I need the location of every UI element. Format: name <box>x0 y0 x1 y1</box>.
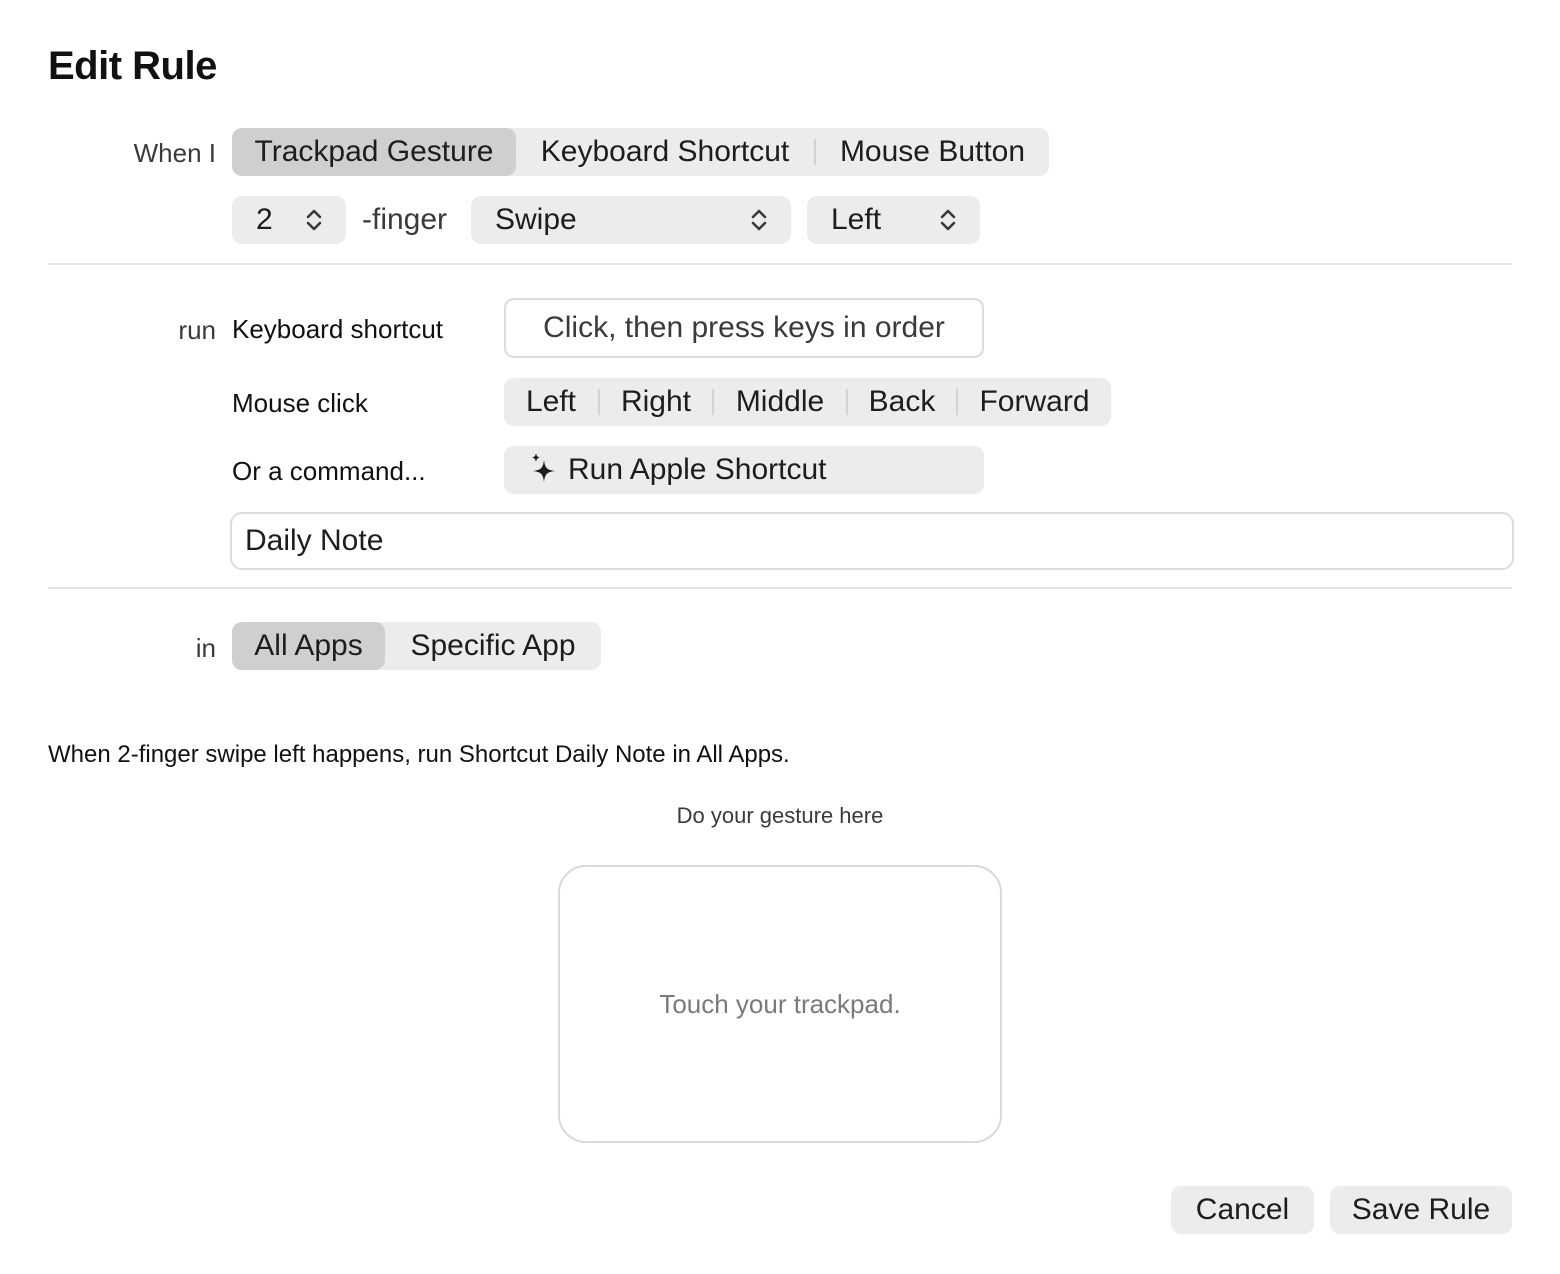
keyboard-shortcut-label: Keyboard shortcut <box>232 314 444 344</box>
run-label: run <box>178 315 216 345</box>
up-down-chevron-icon <box>751 209 767 231</box>
mouse-click-middle[interactable]: Middle <box>714 378 846 426</box>
gesture-direction-popup[interactable]: Left <box>807 196 980 244</box>
up-down-chevron-icon <box>940 209 956 231</box>
trigger-type-segmented: Trackpad Gesture Keyboard Shortcut Mouse… <box>232 128 1049 176</box>
mouse-click-label: Mouse click <box>232 388 368 418</box>
command-label: Or a command... <box>232 456 426 486</box>
trackpad-placeholder: Touch your trackpad. <box>659 988 901 1019</box>
when-label: When I <box>133 138 216 168</box>
trigger-type-mouse-button[interactable]: Mouse Button <box>816 128 1049 176</box>
save-rule-button[interactable]: Save Rule <box>1330 1186 1512 1234</box>
keyboard-shortcut-recorder[interactable]: Click, then press keys in order <box>504 298 984 358</box>
shortcut-name-field[interactable]: Daily Note <box>230 512 1514 570</box>
gesture-trackpad-area[interactable]: Touch your trackpad. <box>558 865 1002 1143</box>
scope-all-apps[interactable]: All Apps <box>232 622 385 670</box>
gesture-type-value: Swipe <box>495 203 577 236</box>
mouse-click-left[interactable]: Left <box>504 378 598 426</box>
sparkles-icon <box>532 453 555 482</box>
gesture-hint: Do your gesture here <box>676 803 884 828</box>
finger-count-popup[interactable]: 2 <box>232 196 346 244</box>
rule-summary: When 2-finger swipe left happens, run Sh… <box>48 741 790 768</box>
trigger-type-keyboard-shortcut[interactable]: Keyboard Shortcut <box>516 128 814 176</box>
mouse-click-segmented: Left Right Middle Back Forward <box>504 378 1111 426</box>
finger-suffix-label: -finger <box>362 203 448 236</box>
section-divider <box>48 263 1512 265</box>
mouse-click-right[interactable]: Right <box>600 378 712 426</box>
scope-specific-app[interactable]: Specific App <box>385 622 601 670</box>
section-divider <box>48 587 1512 589</box>
finger-count-value: 2 <box>256 203 273 236</box>
in-label: in <box>195 633 216 663</box>
up-down-chevron-icon <box>306 209 322 231</box>
mouse-click-forward[interactable]: Forward <box>958 378 1111 426</box>
cancel-button[interactable]: Cancel <box>1171 1186 1314 1234</box>
page-title: Edit Rule <box>48 44 217 88</box>
trigger-type-trackpad-gesture[interactable]: Trackpad Gesture <box>232 128 516 176</box>
scope-segmented: All Apps Specific App <box>232 622 601 670</box>
gesture-type-popup[interactable]: Swipe <box>471 196 791 244</box>
run-apple-shortcut-label: Run Apple Shortcut <box>568 453 827 486</box>
mouse-click-back[interactable]: Back <box>848 378 956 426</box>
gesture-direction-value: Left <box>831 203 882 236</box>
run-apple-shortcut-button[interactable]: Run Apple Shortcut <box>504 446 984 494</box>
